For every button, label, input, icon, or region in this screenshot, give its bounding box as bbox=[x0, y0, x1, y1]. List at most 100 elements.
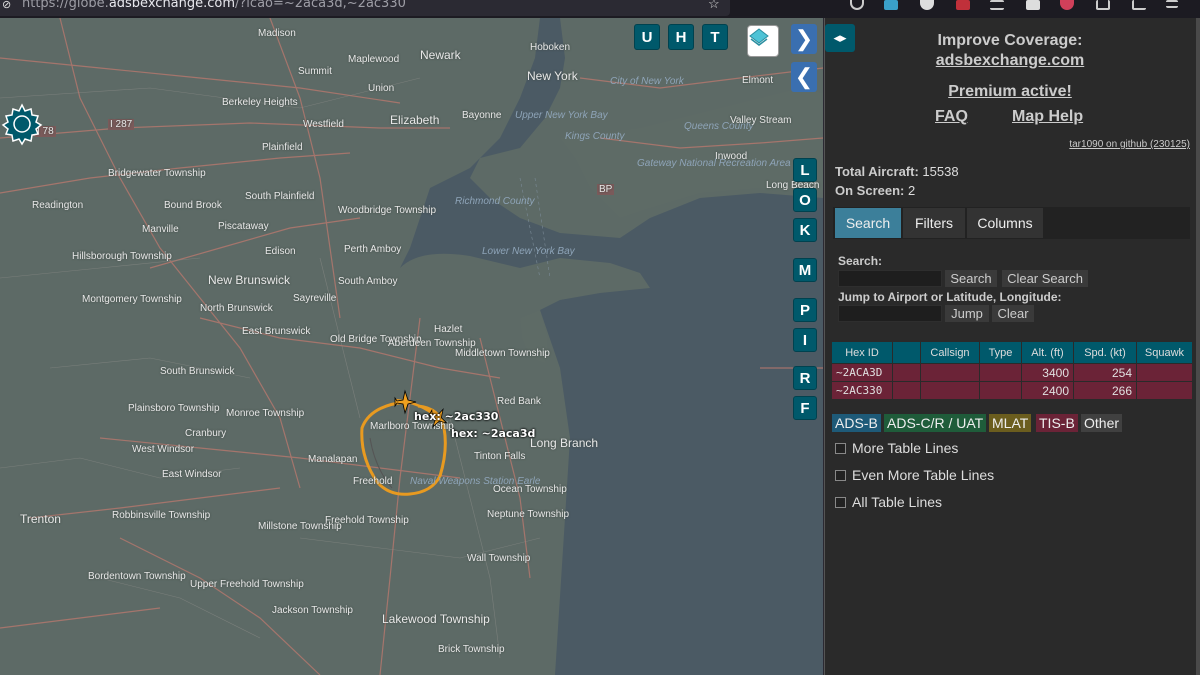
tab-search[interactable]: Search bbox=[835, 208, 901, 238]
more-table-lines-option[interactable]: More Table Lines bbox=[835, 440, 958, 456]
map-label: Plainfield bbox=[262, 142, 303, 153]
k-button[interactable]: K bbox=[793, 218, 817, 242]
map-label: Upper Freehold Township bbox=[190, 579, 304, 590]
legend-other: Other bbox=[1081, 414, 1123, 432]
r-button[interactable]: R bbox=[793, 366, 817, 390]
callsign-cell bbox=[920, 363, 980, 382]
o-button[interactable]: O bbox=[793, 188, 817, 212]
url-text[interactable]: https://globe.adsbexchange.com/?icao=~2a… bbox=[22, 0, 406, 11]
column-header[interactable] bbox=[892, 341, 921, 364]
map-label: Newark bbox=[420, 48, 461, 62]
u-button[interactable]: U bbox=[634, 24, 660, 50]
clear-button[interactable]: Clear bbox=[992, 305, 1034, 322]
map-label: South Amboy bbox=[338, 276, 398, 287]
total-aircraft-value: 15538 bbox=[922, 164, 959, 179]
tab-columns[interactable]: Columns bbox=[967, 208, 1043, 238]
map-label: Freehold bbox=[353, 476, 393, 487]
hex-cell: ~2AC330 bbox=[831, 381, 893, 400]
map-label: Summit bbox=[298, 66, 332, 77]
column-header[interactable]: Spd. (kt) bbox=[1073, 341, 1137, 364]
map-label: Neptune Township bbox=[487, 509, 570, 520]
account-icon[interactable] bbox=[850, 0, 864, 10]
search-input[interactable] bbox=[838, 270, 942, 287]
map-label: South Brunswick bbox=[160, 366, 235, 377]
map-label: Bridgewater Township bbox=[108, 168, 206, 179]
table-row[interactable]: ~2AC330 2400 266 bbox=[831, 381, 1193, 400]
map-label: Richmond County bbox=[455, 196, 535, 207]
map-label: City of New York bbox=[610, 76, 684, 87]
column-header[interactable]: Alt. (ft) bbox=[1021, 341, 1074, 364]
jump-label: Jump to Airport or Latitude, Longitude: bbox=[838, 290, 1062, 304]
l-button[interactable]: L bbox=[793, 158, 817, 182]
map-label: New Brunswick bbox=[208, 273, 291, 287]
github-link[interactable]: tar1090 on github (230125) bbox=[1069, 139, 1190, 150]
open-external-icon[interactable] bbox=[1132, 0, 1146, 10]
map-label: Bound Brook bbox=[164, 200, 222, 211]
i-button[interactable]: I bbox=[793, 328, 817, 352]
sidebar: ◂▸ Improve Coverage: adsbexchange.com Pr… bbox=[824, 18, 1200, 675]
checkbox[interactable] bbox=[835, 496, 846, 508]
layers-button[interactable] bbox=[747, 25, 779, 57]
map-label: Elmont bbox=[742, 75, 774, 86]
total-aircraft-label: Total Aircraft: bbox=[835, 164, 919, 179]
extension-icon[interactable] bbox=[956, 0, 970, 10]
jump-button[interactable]: Jump bbox=[945, 305, 989, 322]
search-button[interactable]: Search bbox=[945, 270, 997, 287]
t-button[interactable]: T bbox=[702, 24, 728, 50]
map-label: Jackson Township bbox=[272, 605, 353, 616]
checkbox[interactable] bbox=[835, 469, 846, 481]
map-label: Bayonne bbox=[462, 110, 502, 121]
map-label: Woodbridge Township bbox=[338, 205, 437, 216]
map-help-link[interactable]: Map Help bbox=[1012, 108, 1083, 126]
settings-gear-icon[interactable] bbox=[0, 102, 44, 146]
flag-cell bbox=[892, 363, 921, 382]
column-header[interactable]: Type bbox=[979, 341, 1022, 364]
address-bar[interactable]: ⊘ https://globe.adsbexchange.com/?icao=~… bbox=[0, 0, 730, 16]
column-header[interactable]: Callsign bbox=[920, 341, 980, 364]
type-cell bbox=[979, 381, 1022, 400]
extension-icon[interactable] bbox=[884, 0, 898, 10]
map-label: Montgomery Township bbox=[82, 294, 182, 305]
extension-icon[interactable] bbox=[1096, 0, 1110, 10]
all-table-lines-option[interactable]: All Table Lines bbox=[835, 494, 942, 510]
browser-toolbar: ⊘ https://globe.adsbexchange.com/?icao=~… bbox=[0, 0, 1200, 18]
checkbox[interactable] bbox=[835, 442, 846, 454]
bookmark-star-icon[interactable]: ☆ bbox=[708, 0, 720, 12]
layers-icon bbox=[749, 28, 769, 46]
map-view[interactable]: Madison Newark Hoboken New York Summit M… bbox=[0, 18, 823, 675]
type-cell bbox=[979, 363, 1022, 382]
tab-filters[interactable]: Filters bbox=[903, 208, 965, 238]
f-button[interactable]: F bbox=[793, 396, 817, 420]
extension-icon[interactable] bbox=[990, 0, 1004, 10]
adsbexchange-link[interactable]: adsbexchange.com bbox=[825, 52, 1195, 70]
map-label: Red Bank bbox=[497, 396, 541, 407]
site-info-icon[interactable]: ⊘ bbox=[2, 0, 16, 12]
even-more-table-lines-option[interactable]: Even More Table Lines bbox=[835, 467, 994, 483]
aircraft-stats: Total Aircraft: 15538 On Screen: 2 bbox=[835, 162, 959, 200]
road-shield: BP bbox=[597, 184, 615, 195]
map-label: Robbinsville Township bbox=[112, 510, 211, 521]
column-header[interactable]: Squawk bbox=[1136, 341, 1193, 364]
extension-icon[interactable] bbox=[1026, 0, 1040, 10]
extension-icon[interactable] bbox=[1060, 0, 1074, 10]
map-label: Westfield bbox=[303, 119, 344, 130]
m-button[interactable]: M bbox=[793, 258, 817, 282]
squawk-cell bbox=[1136, 381, 1193, 400]
sidebar-tabs: Search Filters Columns bbox=[833, 207, 1190, 239]
column-header[interactable]: Hex ID bbox=[831, 341, 893, 364]
collapse-sidebar-button[interactable]: ❯ bbox=[791, 24, 817, 54]
premium-link[interactable]: Premium active! bbox=[825, 83, 1195, 101]
p-button[interactable]: P bbox=[793, 298, 817, 322]
table-row[interactable]: ~2ACA3D 3400 254 bbox=[831, 363, 1193, 382]
chevron-right-icon: ❯ bbox=[794, 26, 814, 51]
map-label: Hoboken bbox=[530, 42, 571, 53]
callsign-cell bbox=[920, 381, 980, 400]
expand-sidebar-button[interactable]: ❮ bbox=[791, 62, 817, 92]
extension-icon[interactable] bbox=[920, 0, 934, 10]
map-label: Millstone Township bbox=[258, 521, 342, 532]
faq-link[interactable]: FAQ bbox=[935, 108, 968, 126]
menu-icon[interactable] bbox=[1166, 0, 1178, 8]
h-button[interactable]: H bbox=[668, 24, 694, 50]
clear-search-button[interactable]: Clear Search bbox=[1002, 270, 1088, 287]
jump-input[interactable] bbox=[838, 305, 942, 322]
